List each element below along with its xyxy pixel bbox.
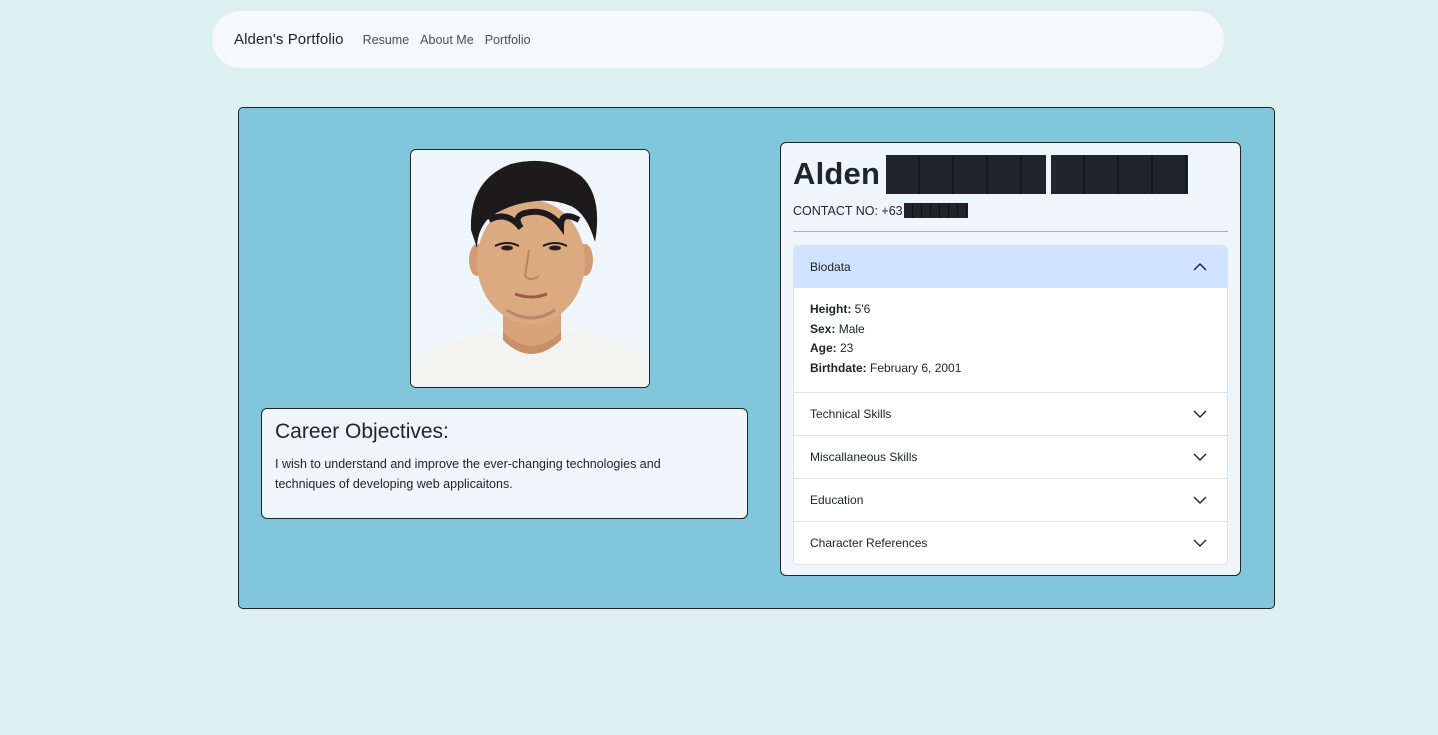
accordion-header-education[interactable]: Education (794, 479, 1227, 521)
nav-link-portfolio[interactable]: Portfolio (485, 33, 531, 47)
accordion-label: Education (810, 493, 864, 507)
career-objectives-text: I wish to understand and improve the eve… (275, 457, 661, 491)
biodata-value: 23 (836, 341, 854, 355)
contact-row: CONTACT NO: +63 (793, 203, 1228, 218)
biodata-sex: Sex: Male (810, 320, 1211, 340)
accordion-header-miscallaneous-skills[interactable]: Miscallaneous Skills (794, 436, 1227, 478)
accordion-header-technical-skills[interactable]: Technical Skills (794, 393, 1227, 435)
accordion-label: Character References (810, 536, 928, 550)
resume-card: Career Objectives: I wish to understand … (238, 107, 1275, 609)
biodata-birthdate: Birthdate: February 6, 2001 (810, 359, 1211, 379)
accordion-item-education: Education (794, 478, 1227, 521)
biodata-value: 5'6 (851, 302, 871, 316)
accordion-label: Biodata (810, 259, 851, 274)
accordion-header-biodata[interactable]: Biodata (794, 246, 1227, 288)
biodata-key: Height: (810, 302, 852, 316)
nav-link-resume[interactable]: Resume (363, 33, 410, 47)
chevron-down-icon (1193, 496, 1207, 504)
accordion-item-character-references: Character References (794, 521, 1227, 564)
biodata-value: Male (835, 321, 865, 336)
first-name: Alden (793, 156, 881, 191)
accordion-body-biodata: Height: 5'6 Sex: Male Age: 23 Birthdate:… (794, 288, 1227, 392)
nav-link-about-me[interactable]: About Me (420, 33, 474, 47)
redacted-contact-number (903, 203, 968, 218)
redacted-last-name (1051, 154, 1189, 194)
biodata-value: February 6, 2001 (866, 360, 962, 375)
navbar: Alden's Portfolio Resume About Me Portfo… (212, 11, 1224, 68)
biodata-key: Sex: (810, 321, 836, 336)
chevron-down-icon (1193, 539, 1207, 547)
accordion-label: Technical Skills (810, 407, 892, 421)
accordion-label: Miscallaneous Skills (810, 450, 918, 464)
divider (793, 231, 1228, 232)
accordion-item-miscallaneous-skills: Miscallaneous Skills (794, 435, 1227, 478)
name-row: Alden (793, 154, 1228, 194)
career-objectives-heading: Career Objectives: (275, 420, 449, 443)
info-card: Alden CONTACT NO: +63 Biodata Height: 5'… (780, 142, 1241, 576)
biodata-key: Age: (810, 341, 837, 355)
profile-photo-image (411, 150, 649, 387)
contact-label: CONTACT NO: +63 (793, 203, 903, 218)
biodata-age: Age: 23 (810, 339, 1211, 359)
biodata-height: Height: 5'6 (810, 300, 1211, 320)
accordion-item-biodata: Biodata Height: 5'6 Sex: Male Age: 23 Bi… (794, 246, 1227, 392)
profile-photo (410, 149, 650, 388)
career-objectives-card: Career Objectives: I wish to understand … (261, 408, 748, 519)
biodata-key: Birthdate: (810, 360, 867, 375)
chevron-down-icon (1193, 453, 1207, 461)
accordion-item-technical-skills: Technical Skills (794, 392, 1227, 435)
brand-link[interactable]: Alden's Portfolio (234, 31, 344, 48)
accordion-header-character-references[interactable]: Character References (794, 522, 1227, 564)
accordion: Biodata Height: 5'6 Sex: Male Age: 23 Bi… (793, 245, 1228, 565)
redacted-middle-name (886, 154, 1047, 194)
chevron-up-icon (1193, 262, 1207, 270)
chevron-down-icon (1193, 410, 1207, 418)
